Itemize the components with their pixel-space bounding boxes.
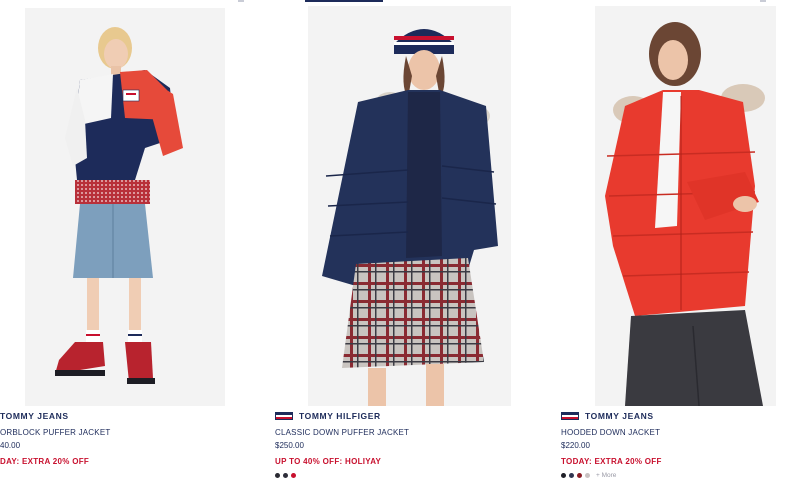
product-info: TOMMY JEANS ORBLOCK PUFFER JACKET 40.00 … — [0, 410, 240, 466]
product-name[interactable]: HOODED DOWN JACKET — [561, 428, 800, 437]
product-brand: TOMMY JEANS — [0, 411, 69, 421]
product-card[interactable]: TOMMY JEANS HOODED DOWN JACKET $220.00 T… — [560, 0, 800, 488]
color-swatch[interactable] — [577, 472, 582, 478]
color-swatch[interactable] — [275, 472, 280, 478]
product-name[interactable]: ORBLOCK PUFFER JACKET — [0, 428, 240, 437]
product-image[interactable] — [308, 6, 511, 406]
color-swatches: + More — [561, 472, 800, 479]
model-photo-illustration — [595, 6, 776, 406]
color-swatches — [275, 472, 515, 478]
promo-text: UP TO 40% OFF: HOLIYAY — [275, 457, 382, 466]
product-name[interactable]: CLASSIC DOWN PUFFER JACKET — [275, 428, 515, 437]
model-photo-illustration — [308, 6, 511, 406]
model-photo-illustration — [25, 8, 225, 406]
product-price: $220.00 — [561, 441, 590, 450]
color-swatch[interactable] — [561, 472, 566, 478]
product-image[interactable] — [595, 6, 776, 406]
promo-text: DAY: EXTRA 20% OFF — [0, 457, 90, 466]
color-swatch[interactable] — [291, 472, 296, 478]
product-image[interactable] — [25, 8, 225, 406]
more-colors-link[interactable]: + More — [596, 472, 616, 479]
product-card[interactable]: TOMMY JEANS ORBLOCK PUFFER JACKET 40.00 … — [0, 0, 225, 488]
product-brand: TOMMY HILFIGER — [299, 411, 381, 421]
scroll-tick — [238, 0, 244, 2]
product-price: 40.00 — [0, 441, 21, 450]
brand-flag-icon — [561, 412, 579, 420]
product-info: TOMMY HILFIGER CLASSIC DOWN PUFFER JACKE… — [275, 410, 515, 478]
brand-flag-icon — [275, 412, 293, 420]
color-swatch[interactable] — [283, 472, 288, 478]
color-swatch[interactable] — [585, 472, 590, 478]
product-info: TOMMY JEANS HOODED DOWN JACKET $220.00 T… — [561, 410, 800, 479]
promo-text: TODAY: EXTRA 20% OFF — [561, 457, 662, 466]
product-card[interactable]: TOMMY HILFIGER CLASSIC DOWN PUFFER JACKE… — [275, 0, 515, 488]
product-price: $250.00 — [275, 441, 304, 450]
color-swatch[interactable] — [569, 472, 574, 478]
product-brand: TOMMY JEANS — [585, 411, 654, 421]
